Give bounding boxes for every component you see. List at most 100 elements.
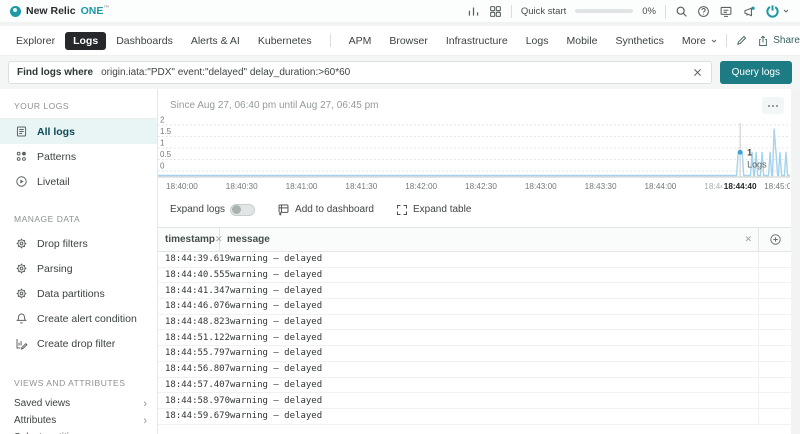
sidebar-item-label: Parsing xyxy=(37,262,73,275)
section-title-views-and-attributes: VIEWS AND ATTRIBUTES xyxy=(14,378,126,388)
log-row[interactable]: 18:44:40.555 warning — delayed xyxy=(158,267,791,284)
nav-tab-more[interactable]: More xyxy=(674,32,726,50)
sidebar-item-livetail[interactable]: Livetail xyxy=(0,169,157,194)
sidebar-item-create-alert-condition[interactable]: Create alert condition xyxy=(0,306,157,331)
divider xyxy=(510,4,512,18)
log-row[interactable]: 18:44:39.619 warning — delayed xyxy=(158,252,791,268)
apps-grid-icon[interactable] xyxy=(489,5,502,18)
quick-start-label[interactable]: Quick start xyxy=(521,6,566,17)
sidebar-item-label: Create alert condition xyxy=(37,312,137,325)
svg-text:18:45:00: 18:45:00 xyxy=(764,182,790,191)
svg-text:18:43:30: 18:43:30 xyxy=(585,182,617,191)
svg-text:18:42:30: 18:42:30 xyxy=(465,182,497,191)
nav-tab-dashboards[interactable]: Dashboards xyxy=(108,32,181,50)
column-header-message[interactable]: message ✕ xyxy=(220,228,758,251)
chart-view-icon[interactable] xyxy=(467,5,480,18)
nav-tab-synthetics[interactable]: Synthetics xyxy=(607,32,671,50)
nav-tab-apm[interactable]: APM xyxy=(341,32,380,50)
log-message: warning — delayed xyxy=(230,301,323,312)
log-timestamp: 18:44:40.555 xyxy=(165,270,231,281)
svg-text:1: 1 xyxy=(160,139,165,148)
sidebar-item-label: Drop filters xyxy=(37,237,88,250)
gear-icon xyxy=(14,237,28,250)
svg-text:18:40:00: 18:40:00 xyxy=(166,182,198,191)
sidebar-item-label: Patterns xyxy=(37,150,77,163)
svg-text:0: 0 xyxy=(160,162,165,171)
log-message: warning — delayed xyxy=(230,332,323,343)
query-text[interactable]: origin.iata:"PDX" event:"delayed" delay_… xyxy=(101,67,684,78)
log-row[interactable]: 18:44:46.076 warning — delayed xyxy=(158,299,791,315)
remove-column-icon[interactable]: ✕ xyxy=(744,234,752,245)
sidebar-item-create-drop-filter[interactable]: Create drop filter xyxy=(0,331,157,356)
log-table: timestamp ✕ message ✕ 18:44:39.619 warning —… xyxy=(158,227,791,425)
nav-tab-alerts-ai[interactable]: Alerts & AI xyxy=(183,32,248,50)
expand-icon xyxy=(396,204,408,215)
logs-toolbar: Expand logs Add to dashboard Expand tabl… xyxy=(170,203,800,216)
gear-icon xyxy=(14,287,28,300)
svg-text:18:41:00: 18:41:00 xyxy=(286,182,318,191)
svg-text:1.5: 1.5 xyxy=(160,127,172,136)
expand-logs-toggle[interactable]: Expand logs xyxy=(170,203,256,216)
share-button[interactable]: Share xyxy=(757,35,800,47)
sidebar-item-data-partitions[interactable]: Data partitions xyxy=(0,281,157,306)
nav-tab-logs[interactable]: Logs xyxy=(65,31,107,50)
toggle-off[interactable] xyxy=(230,203,256,216)
search-icon[interactable] xyxy=(675,5,688,18)
sidebar-item-drop-filters[interactable]: Drop filters xyxy=(0,231,157,256)
gear-icon xyxy=(14,262,28,275)
log-timestamp: 18:44:41.347 xyxy=(165,285,231,296)
divider xyxy=(665,4,666,18)
sidebar-item-patterns[interactable]: Patterns xyxy=(0,144,157,169)
nav-tab-mobile[interactable]: Mobile xyxy=(559,32,606,50)
log-table-body: 18:44:39.619 warning — delayed 18:44:40.55… xyxy=(158,252,791,425)
query-input[interactable]: Find logs where origin.iata:"PDX" event:… xyxy=(8,61,712,84)
sidebar-item-select-partitions[interactable]: Select partitions› xyxy=(0,429,157,434)
query-prefix-label: Find logs where xyxy=(17,67,94,78)
nav-tab-browser[interactable]: Browser xyxy=(381,32,436,50)
new-relic-logo[interactable]: New Relic ONE™ xyxy=(10,5,109,17)
log-timestamp: 18:44:46.076 xyxy=(165,301,231,312)
nav-tab-logs[interactable]: Logs xyxy=(518,32,557,50)
sidebar-item-all-logs[interactable]: All logs xyxy=(0,119,157,144)
help-icon[interactable] xyxy=(697,5,710,18)
patterns-icon xyxy=(14,150,28,163)
logs-timeseries-chart[interactable]: 0 0.5 1 1.5 2 1 Logs 18:40:00 18:40:30 18:41:00 18… xyxy=(158,116,800,194)
sidebar-item-saved-views[interactable]: Saved views › xyxy=(0,395,157,412)
scrollbar[interactable] xyxy=(791,89,800,434)
all-logs-icon xyxy=(14,125,28,138)
add-column-button[interactable] xyxy=(758,228,791,251)
log-row[interactable]: 18:44:58.970 warning — delayed xyxy=(158,393,791,409)
query-logs-button[interactable]: Query logs xyxy=(719,61,792,84)
log-message: warning — delayed xyxy=(230,270,323,281)
trademark: ™ xyxy=(103,5,110,12)
log-timestamp: 18:44:55.797 xyxy=(165,348,231,359)
log-row[interactable]: 18:44:55.797 warning — delayed xyxy=(158,346,791,362)
circle-plus-icon xyxy=(770,234,781,245)
log-timestamp: 18:44:59.679 xyxy=(165,411,231,422)
nav-tab-infrastructure[interactable]: Infrastructure xyxy=(438,32,516,50)
log-row[interactable]: 18:44:57.407 warning — delayed xyxy=(158,377,791,394)
log-row[interactable]: 18:44:51.122 warning — delayed xyxy=(158,330,791,347)
svg-text:2: 2 xyxy=(160,116,165,125)
log-message: warning — delayed xyxy=(230,285,323,296)
log-row[interactable]: 18:44:48.823 warning — delayed xyxy=(158,314,791,331)
edit-icon[interactable] xyxy=(735,34,748,47)
log-row[interactable]: 18:44:59.679 warning — delayed xyxy=(158,408,791,425)
nav-tab-kubernetes[interactable]: Kubernetes xyxy=(250,32,320,50)
sidebar-item-attributes[interactable]: Attributes › xyxy=(0,412,157,429)
log-row[interactable]: 18:44:41.347 warning — delayed xyxy=(158,283,791,300)
nav-tab-explorer[interactable]: Explorer xyxy=(8,32,63,50)
column-header-timestamp[interactable]: timestamp ✕ xyxy=(158,228,223,251)
quick-start-progressbar xyxy=(575,9,634,13)
log-timestamp: 18:44:51.122 xyxy=(165,332,231,343)
log-row[interactable]: 18:44:56.807 warning — delayed xyxy=(158,361,791,378)
chart-svg: 0 0.5 1 1.5 2 1 Logs 18:40:00 18:40:30 18:41:00 18… xyxy=(158,116,790,191)
sidebar: YOUR LOGS All logs Patterns Livetail MANAGE … xyxy=(0,89,158,434)
svg-text:0.5: 0.5 xyxy=(160,150,172,159)
chart-options-button[interactable] xyxy=(762,97,784,114)
sidebar-item-parsing[interactable]: Parsing xyxy=(0,256,157,281)
expand-table-button[interactable]: Expand table xyxy=(396,204,471,216)
add-to-dashboard-button[interactable]: Add to dashboard xyxy=(277,203,374,216)
clear-query-icon[interactable] xyxy=(692,67,703,78)
log-table-header: timestamp ✕ message ✕ xyxy=(158,228,791,252)
